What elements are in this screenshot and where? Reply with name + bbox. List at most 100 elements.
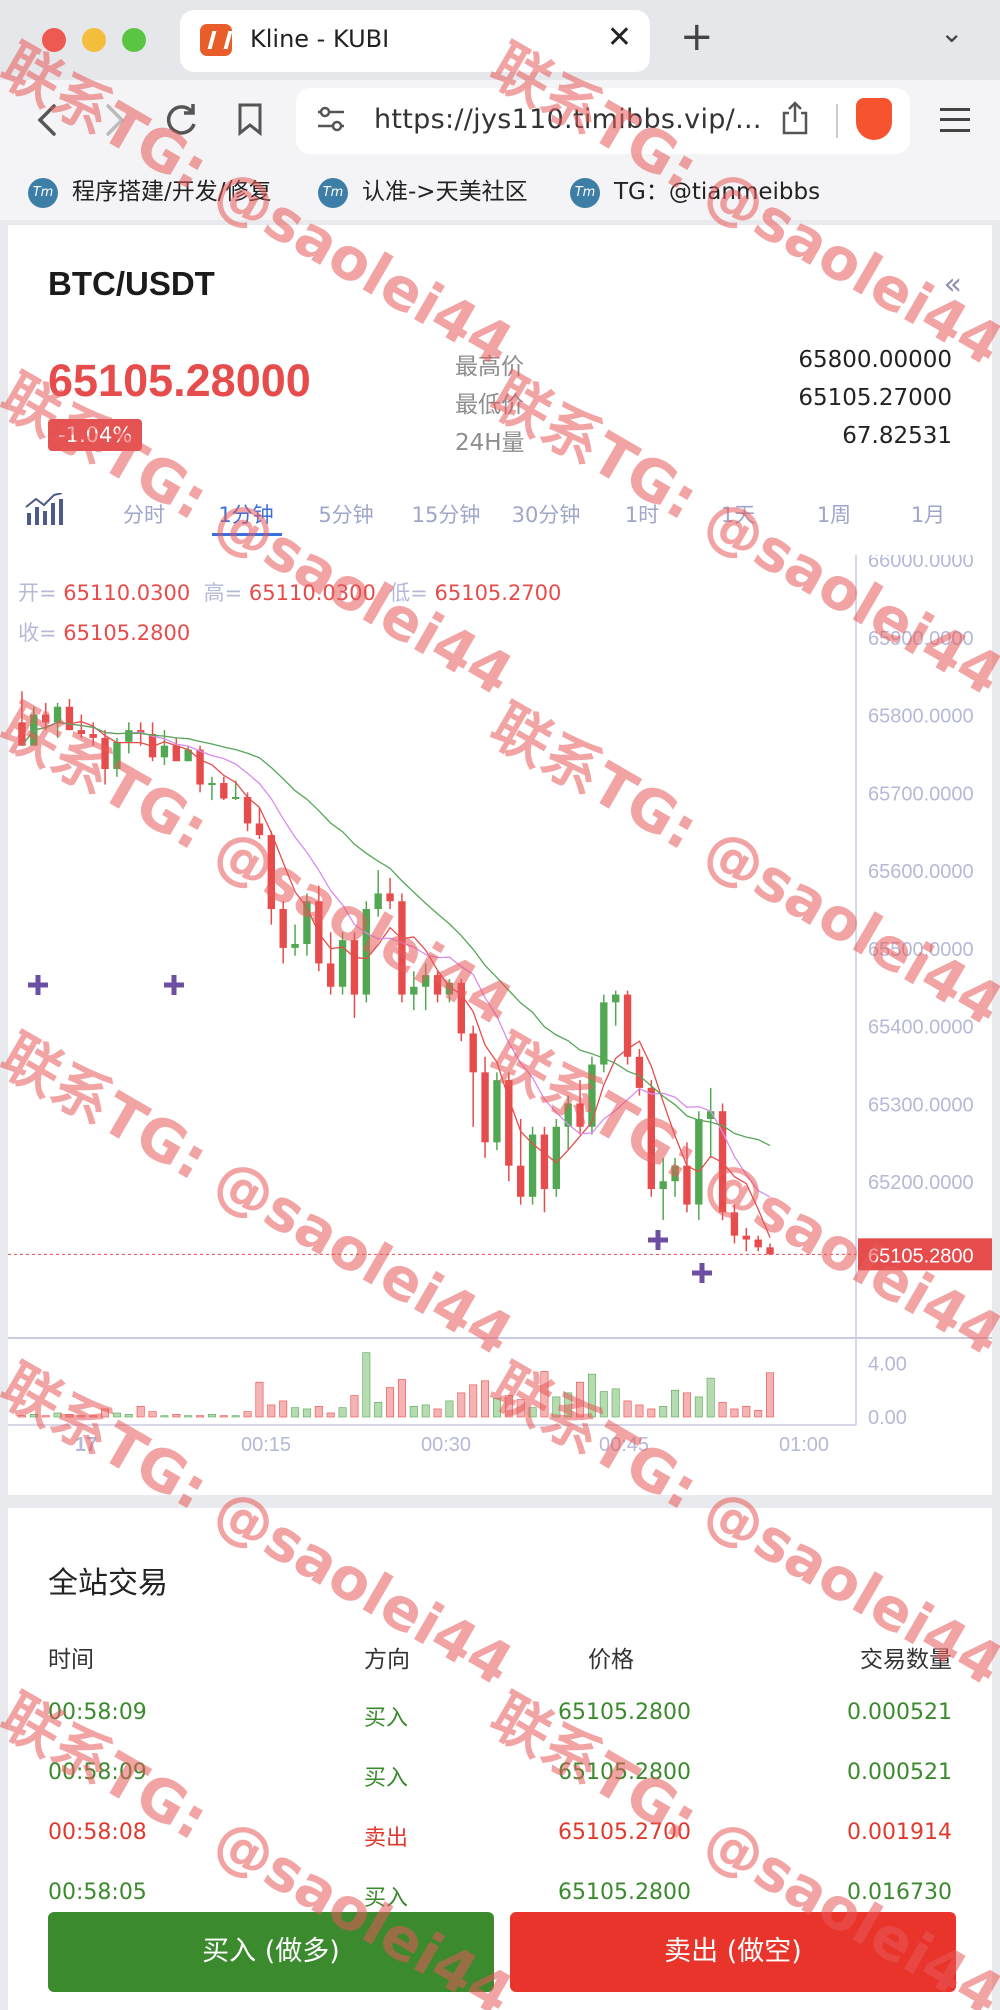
tab-interval-timeline[interactable]: 分时 — [94, 499, 194, 529]
tab-close-icon[interactable]: ✕ — [607, 20, 632, 55]
trade-qty: 0.000521 — [847, 1700, 952, 1725]
bookmark-icon[interactable] — [236, 102, 264, 136]
y-tick-label: 65600.0000 — [868, 861, 974, 883]
candle-body — [255, 823, 264, 836]
volume-bar — [682, 1392, 691, 1418]
volume-bar — [41, 1415, 50, 1418]
candle-body — [422, 975, 430, 987]
candle-body — [635, 1056, 644, 1088]
candle-body — [433, 975, 442, 995]
trade-price: 65105.2800 — [558, 1700, 691, 1725]
sell-short-button[interactable]: 卖出 (做空) — [510, 1912, 956, 1992]
volume-bar — [53, 1412, 62, 1418]
tab-interval-1m[interactable]: 1分钟 — [196, 499, 296, 529]
close-window-button[interactable] — [42, 28, 66, 52]
bookmark-item[interactable]: Tm TG：@tianmeibbs — [570, 172, 820, 208]
candle-body — [101, 737, 109, 769]
candle-body — [564, 1103, 572, 1127]
candle-body — [457, 982, 465, 1034]
volume-bar — [267, 1404, 276, 1418]
volume-bar — [219, 1415, 228, 1418]
x-tick-label: 01:00 — [779, 1434, 829, 1455]
share-icon[interactable] — [780, 100, 810, 136]
bookmark-item[interactable]: Tm 认准->天美社区 — [318, 172, 528, 208]
volume-bar — [362, 1352, 371, 1418]
tab-interval-1h[interactable]: 1时 — [592, 499, 692, 529]
tab-interval-5m[interactable]: 5分钟 — [296, 499, 396, 529]
candle-body — [172, 745, 180, 762]
header-side: 方向 — [364, 1647, 410, 1673]
header-qty: 交易数量 — [860, 1647, 952, 1673]
browser-navbar: https://jys110.timibbs.vip/... — [0, 80, 1000, 160]
tab-interval-1mo[interactable]: 1月 — [878, 499, 978, 529]
x-tick-label: 00:15 — [241, 1434, 291, 1455]
back-icon[interactable] — [34, 102, 62, 138]
trade-side: 买入 — [364, 1706, 409, 1731]
minimize-window-button[interactable] — [82, 28, 106, 52]
trade-qty: 0.016730 — [847, 1880, 952, 1905]
volume-bar — [184, 1415, 193, 1418]
y-tick-label: 65900.0000 — [868, 628, 974, 650]
candle-body — [65, 706, 74, 731]
tab-interval-1d[interactable]: 1天 — [688, 499, 788, 529]
trade-price: 65105.2800 — [558, 1880, 691, 1905]
menu-icon[interactable] — [940, 108, 970, 132]
volume-bar — [148, 1411, 157, 1418]
volume-bar — [374, 1401, 383, 1418]
volume-bar — [457, 1392, 466, 1418]
tab-list-chevron-icon[interactable]: ⌄ — [940, 16, 963, 49]
candle-body — [113, 741, 121, 769]
high-value: 65800.00000 — [798, 347, 952, 373]
candle-body — [398, 901, 406, 995]
volume-bar — [136, 1405, 145, 1418]
pair-title: BTC/USDT — [48, 265, 215, 302]
volume-bar — [742, 1405, 751, 1418]
crosshair-marker — [692, 1263, 712, 1283]
candle-body — [754, 1239, 762, 1248]
new-tab-button[interactable]: + — [680, 14, 714, 60]
high-label: 最高价 — [455, 354, 524, 380]
bookmark-label: TG：@tianmeibbs — [614, 179, 821, 205]
kline-chart[interactable]: 66000.0000 65900.0000 65800.0000 65700.0000… — [8, 555, 992, 1455]
maximize-window-button[interactable] — [122, 28, 146, 52]
candle-body — [600, 1002, 608, 1065]
candle-body — [540, 1134, 549, 1189]
volume-bar — [576, 1381, 585, 1418]
buy-long-button[interactable]: 买入 (做多) — [48, 1912, 494, 1992]
indicator-chart-icon[interactable] — [24, 493, 64, 527]
volume-bar — [481, 1380, 490, 1418]
candle-body — [766, 1247, 774, 1255]
bookmark-item[interactable]: Tm 程序搭建/开发/修复 — [28, 172, 272, 208]
candle-body — [659, 1181, 667, 1189]
site-settings-icon[interactable] — [316, 104, 346, 134]
volume-label: 24H量 — [455, 430, 525, 456]
candle-body — [552, 1126, 560, 1189]
low-label: 最低价 — [455, 392, 524, 418]
volume-bar — [124, 1414, 133, 1418]
candle-body — [493, 1080, 501, 1143]
trade-side: 买入 — [364, 1886, 409, 1911]
browser-tabbar: Kline - KUBI ✕ + ⌄ — [0, 0, 1000, 80]
tm-logo-icon: Tm — [318, 177, 348, 208]
collapse-icon[interactable]: « — [944, 267, 962, 302]
volume-bar — [65, 1414, 74, 1418]
reload-icon[interactable] — [162, 100, 200, 138]
volume-bar — [350, 1395, 359, 1418]
trades-title: 全站交易 — [48, 1566, 168, 1601]
url-text: https://jys110.timibbs.vip/... — [374, 104, 762, 135]
candle-body — [588, 1064, 596, 1127]
tab-interval-15m[interactable]: 15分钟 — [396, 499, 496, 529]
forward-icon[interactable] — [100, 102, 128, 138]
brave-shields-icon[interactable] — [856, 98, 892, 140]
candle-body — [362, 909, 370, 995]
tab-interval-1w[interactable]: 1周 — [784, 499, 884, 529]
tab-interval-30m[interactable]: 30分钟 — [496, 499, 596, 529]
browser-tab[interactable]: Kline - KUBI ✕ — [180, 10, 650, 72]
volume-bar — [314, 1405, 323, 1418]
tm-logo-icon: Tm — [28, 177, 58, 208]
volume-bar — [766, 1372, 775, 1418]
address-bar[interactable]: https://jys110.timibbs.vip/... — [296, 88, 910, 154]
tm-logo-icon: Tm — [570, 177, 600, 208]
volume-bar — [671, 1389, 680, 1418]
volume-tick-label: 4.00 — [868, 1353, 907, 1375]
